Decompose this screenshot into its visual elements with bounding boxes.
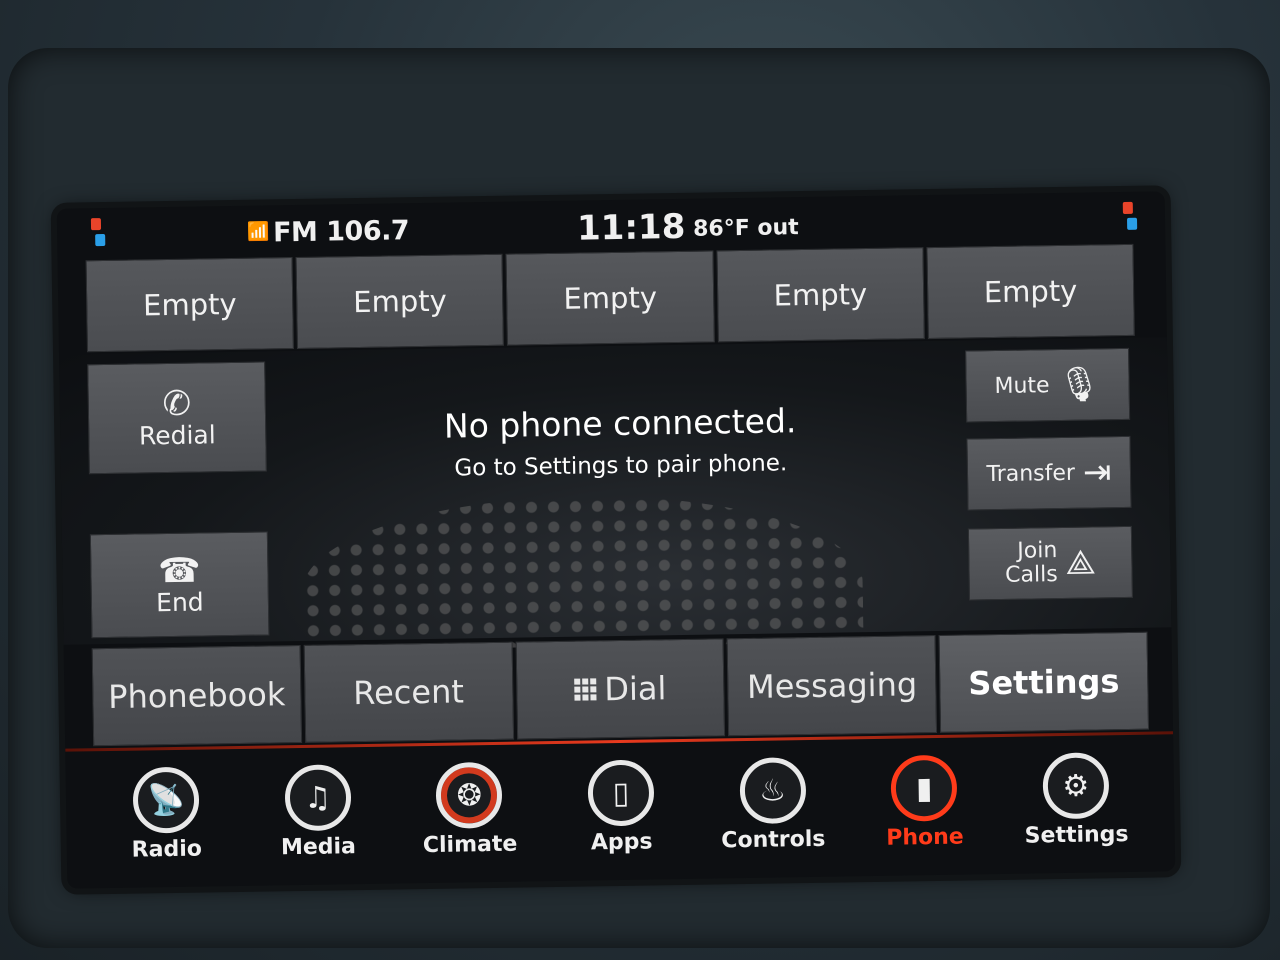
radio-station: FM 106.7 <box>272 215 410 249</box>
favorite-slot-3[interactable]: Empty <box>505 250 715 346</box>
antenna-icon: 📶 <box>246 221 270 243</box>
status-indicator-right <box>1122 201 1142 234</box>
radio-status[interactable]: 📶 FM 106.7 <box>246 215 410 249</box>
nav-settings[interactable]: ⚙ Settings <box>1015 740 1137 866</box>
no-phone-message: No phone connected. Go to Settings to pa… <box>310 399 931 484</box>
music-note-icon: ♫ <box>284 764 352 832</box>
mute-label: Mute <box>994 372 1050 399</box>
join-calls-label: Join Calls <box>1004 537 1058 588</box>
mute-button[interactable]: Mute 🎙 <box>965 347 1131 423</box>
hex-background-pattern <box>301 492 864 651</box>
message-subtitle: Go to Settings to pair phone. <box>454 450 788 482</box>
dial-label: Dial <box>604 669 667 709</box>
nav-radio[interactable]: 📡 Radio <box>105 754 227 880</box>
end-label: End <box>155 586 204 617</box>
join-calls-button[interactable]: Join Calls ⟁ <box>967 525 1133 601</box>
status-indicator-left <box>90 218 110 250</box>
message-title: No phone connected. <box>443 401 797 446</box>
phone-tabs: Phonebook Recent Dial Messaging Settings <box>91 631 1150 747</box>
bottom-navigation: 📡 Radio ♫ Media ❂ Climate ▯ Apps ♨ Contr… <box>85 740 1157 881</box>
favorites-row: Empty Empty Empty Empty Empty <box>85 243 1135 353</box>
clock: 11:18 <box>576 206 686 249</box>
favorite-slot-1[interactable]: Empty <box>85 257 295 353</box>
tab-dial[interactable]: Dial <box>515 638 726 740</box>
fan-icon: ❂ <box>435 761 503 829</box>
outside-temperature: 86°F out <box>692 215 799 242</box>
touchscreen: 📶 FM 106.7 11:18 86°F out Empty Empty Emp… <box>56 191 1176 889</box>
nav-phone[interactable]: ▮ Phone <box>864 742 986 868</box>
join-calls-icon: ⟁ <box>1065 542 1097 583</box>
end-call-button[interactable]: ☎ End <box>89 531 270 639</box>
nav-controls[interactable]: ♨ Controls <box>712 745 834 871</box>
tab-settings[interactable]: Settings <box>938 631 1150 733</box>
handset-icon: ✆ <box>162 383 192 424</box>
tab-messaging[interactable]: Messaging <box>726 634 938 737</box>
phone-main-area: ✆ Redial ☎ End No phone connected. Go to… <box>59 337 1172 651</box>
tab-recent[interactable]: Recent <box>303 641 514 743</box>
seat-controls-icon: ♨ <box>739 757 807 825</box>
phone-icon: ▮ <box>890 754 958 822</box>
nav-climate[interactable]: ❂ Climate <box>409 749 531 875</box>
tab-phonebook[interactable]: Phonebook <box>91 644 302 747</box>
microphone-muted-icon: 🎙 <box>1057 364 1102 406</box>
redial-label: Redial <box>138 419 216 450</box>
favorite-slot-2[interactable]: Empty <box>295 253 505 349</box>
redial-button[interactable]: ✆ Redial <box>87 361 267 475</box>
transfer-button[interactable]: Transfer ⇥ <box>966 435 1132 511</box>
nav-apps[interactable]: ▯ Apps <box>560 747 682 873</box>
nav-media[interactable]: ♫ Media <box>257 752 379 878</box>
favorite-slot-4[interactable]: Empty <box>716 247 925 343</box>
gear-icon: ⚙ <box>1042 752 1110 820</box>
dialpad-icon <box>574 678 597 701</box>
apps-icon: ▯ <box>587 759 655 827</box>
favorite-slot-5[interactable]: Empty <box>926 243 1135 340</box>
transfer-label: Transfer <box>986 460 1076 487</box>
transfer-icon: ⇥ <box>1082 452 1112 493</box>
hang-up-icon: ☎ <box>157 550 201 591</box>
radio-tower-icon: 📡 <box>132 766 200 834</box>
